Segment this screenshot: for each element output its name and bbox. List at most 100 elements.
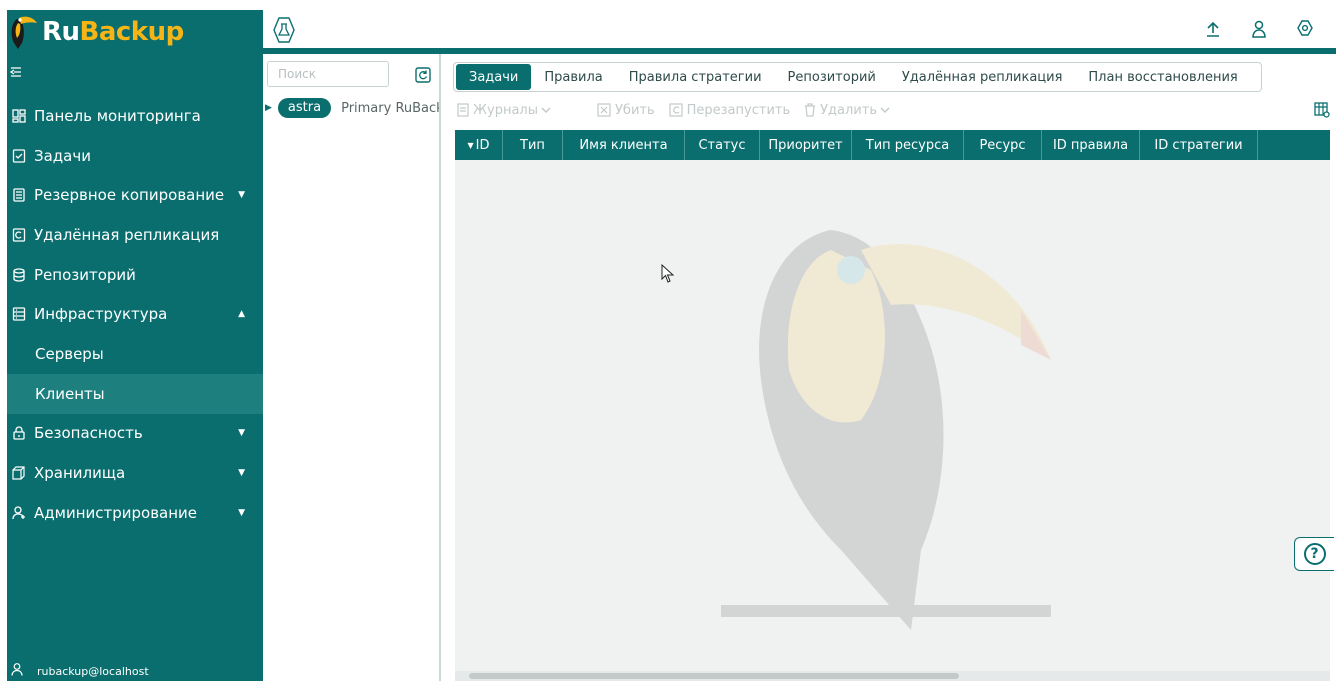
sidebar-item-label: Панель мониторинга (34, 106, 201, 125)
chevron-down-icon: ▼ (238, 190, 245, 201)
sidebar-item-label: Администрирование (34, 503, 198, 522)
server-description: Primary RuBackup server (341, 100, 439, 116)
sort-desc-icon: ▼ (467, 140, 474, 150)
sidebar-nav: Панель мониторинга Задачи Резервное копи… (7, 96, 263, 533)
column-header-resource-type[interactable]: Тип ресурса (852, 130, 964, 160)
grid-header: ▼ ID Тип Имя клиента Статус Приоритет Ти… (455, 130, 1330, 160)
help-icon: ? (1303, 543, 1326, 565)
delete-label: Удалить (820, 102, 877, 118)
sidebar-item-label: Безопасность (34, 424, 143, 443)
sidebar-item-tasks[interactable]: Задачи (7, 136, 263, 176)
sidebar-item-label: Серверы (35, 344, 104, 363)
top-bar (263, 10, 1336, 48)
sidebar-item-backup[interactable]: Резервное копирование ▼ (7, 175, 263, 215)
tab-strategy-rules[interactable]: Правила стратегии (616, 64, 775, 90)
scrollbar-thumb[interactable] (469, 673, 959, 679)
sidebar-item-label: Резервное копирование (34, 186, 225, 205)
chevron-down-icon: ▼ (238, 428, 245, 439)
tab-tasks[interactable]: Задачи (456, 64, 532, 90)
lock-icon (11, 425, 27, 441)
sidebar-item-dashboard[interactable]: Панель мониторинга (7, 96, 263, 136)
tasks-icon (11, 148, 27, 164)
column-header-strategy-id[interactable]: ID стратегии (1140, 130, 1258, 160)
restart-icon (669, 103, 683, 117)
horizontal-scrollbar[interactable] (455, 671, 1330, 681)
logo-text-ru: Ru (42, 17, 80, 47)
sidebar-item-security[interactable]: Безопасность ▼ (7, 414, 263, 454)
trash-icon (804, 103, 816, 117)
tab-bar: Задачи Правила Правила стратегии Репозит… (453, 62, 1262, 92)
journal-icon (457, 103, 469, 117)
delete-button[interactable]: Удалить (804, 103, 890, 118)
sidebar: RuBackup Панель мониторинга Задачи Резер… (7, 10, 263, 681)
infrastructure-icon (11, 306, 27, 322)
kill-label: Убить (615, 102, 655, 118)
sidebar-item-replication[interactable]: Удалённая репликация (7, 215, 263, 255)
column-settings-icon[interactable] (1314, 102, 1330, 122)
chevron-down-icon: ▼ (238, 468, 245, 479)
gear-icon[interactable] (1282, 20, 1328, 38)
sidebar-item-storage[interactable]: Хранилища ▼ (7, 453, 263, 493)
user-profile-icon[interactable] (1236, 20, 1282, 38)
sidebar-item-administration[interactable]: Администрирование ▼ (7, 493, 263, 533)
tab-repository[interactable]: Репозиторий (775, 64, 889, 90)
sidebar-item-label: Хранилища (34, 464, 126, 483)
sidebar-item-label: Инфраструктура (34, 305, 168, 324)
chevron-down-icon (880, 103, 890, 118)
chevron-down-icon: ▼ (238, 507, 245, 518)
refresh-icon[interactable] (415, 67, 431, 87)
journals-button[interactable]: Журналы (457, 103, 551, 118)
main-panel: Задачи Правила Правила стратегии Репозит… (441, 54, 1336, 681)
help-button[interactable]: ? (1294, 537, 1334, 571)
chevron-down-icon (541, 103, 551, 118)
sidebar-item-label: Задачи (34, 146, 91, 165)
column-header-more[interactable] (1258, 130, 1330, 160)
current-user[interactable]: rubackup@localhost (11, 661, 149, 681)
database-icon (11, 267, 27, 283)
toucan-logo-icon (11, 16, 37, 49)
collapse-menu-icon[interactable] (9, 66, 22, 82)
chevron-up-icon: ▲ (238, 309, 245, 320)
column-header-type[interactable]: Тип (503, 130, 563, 160)
app-logo[interactable]: RuBackup (7, 10, 263, 54)
dashboard-icon (11, 108, 27, 124)
tab-recovery-plan[interactable]: План восстановления (1075, 64, 1250, 90)
column-header-rule-id[interactable]: ID правила (1042, 130, 1140, 160)
sidebar-item-clients[interactable]: Клиенты (7, 373, 263, 414)
client-tree-panel: ▶ astra Primary RuBackup server (263, 54, 441, 681)
backup-icon (11, 187, 27, 203)
flask-icon[interactable] (273, 17, 295, 47)
tree-node-server[interactable]: ▶ astra Primary RuBackup server (265, 98, 439, 118)
column-header-status[interactable]: Статус (685, 130, 760, 160)
journals-label: Журналы (473, 102, 538, 118)
sidebar-item-repository[interactable]: Репозиторий (7, 255, 263, 295)
column-header-resource[interactable]: Ресурс (964, 130, 1042, 160)
server-badge: astra (277, 98, 332, 118)
toolbar: Журналы Убить Перезапустить Удалить (457, 100, 890, 120)
toucan-watermark-icon (721, 230, 1051, 630)
replication-icon (11, 227, 27, 243)
column-header-client-name[interactable]: Имя клиента (563, 130, 685, 160)
tasks-grid: ▼ ID Тип Имя клиента Статус Приоритет Ти… (455, 130, 1330, 681)
column-header-id[interactable]: ▼ ID (455, 130, 503, 160)
restart-button[interactable]: Перезапустить (669, 102, 791, 118)
upload-icon[interactable] (1190, 20, 1236, 38)
sidebar-item-label: Клиенты (35, 384, 105, 403)
expand-arrow-icon[interactable]: ▶ (265, 103, 272, 113)
mouse-cursor-icon (661, 263, 675, 288)
sidebar-item-label: Удалённая репликация (34, 225, 220, 244)
user-name: rubackup@localhost (37, 664, 149, 678)
sidebar-item-label: Репозиторий (34, 265, 136, 284)
tab-remote-replication[interactable]: Удалённая репликация (889, 64, 1076, 90)
tab-rules[interactable]: Правила (531, 64, 615, 90)
sidebar-item-servers[interactable]: Серверы (7, 334, 263, 374)
admin-icon (11, 505, 27, 521)
kill-button[interactable]: Убить (597, 103, 655, 118)
column-header-priority[interactable]: Приоритет (760, 130, 852, 160)
search-input[interactable] (267, 61, 389, 87)
kill-icon (597, 103, 611, 117)
restart-label: Перезапустить (686, 102, 791, 118)
sidebar-item-infrastructure[interactable]: Инфраструктура ▲ (7, 294, 263, 334)
storage-icon (11, 465, 27, 481)
logo-text-backup: Backup (79, 17, 185, 47)
